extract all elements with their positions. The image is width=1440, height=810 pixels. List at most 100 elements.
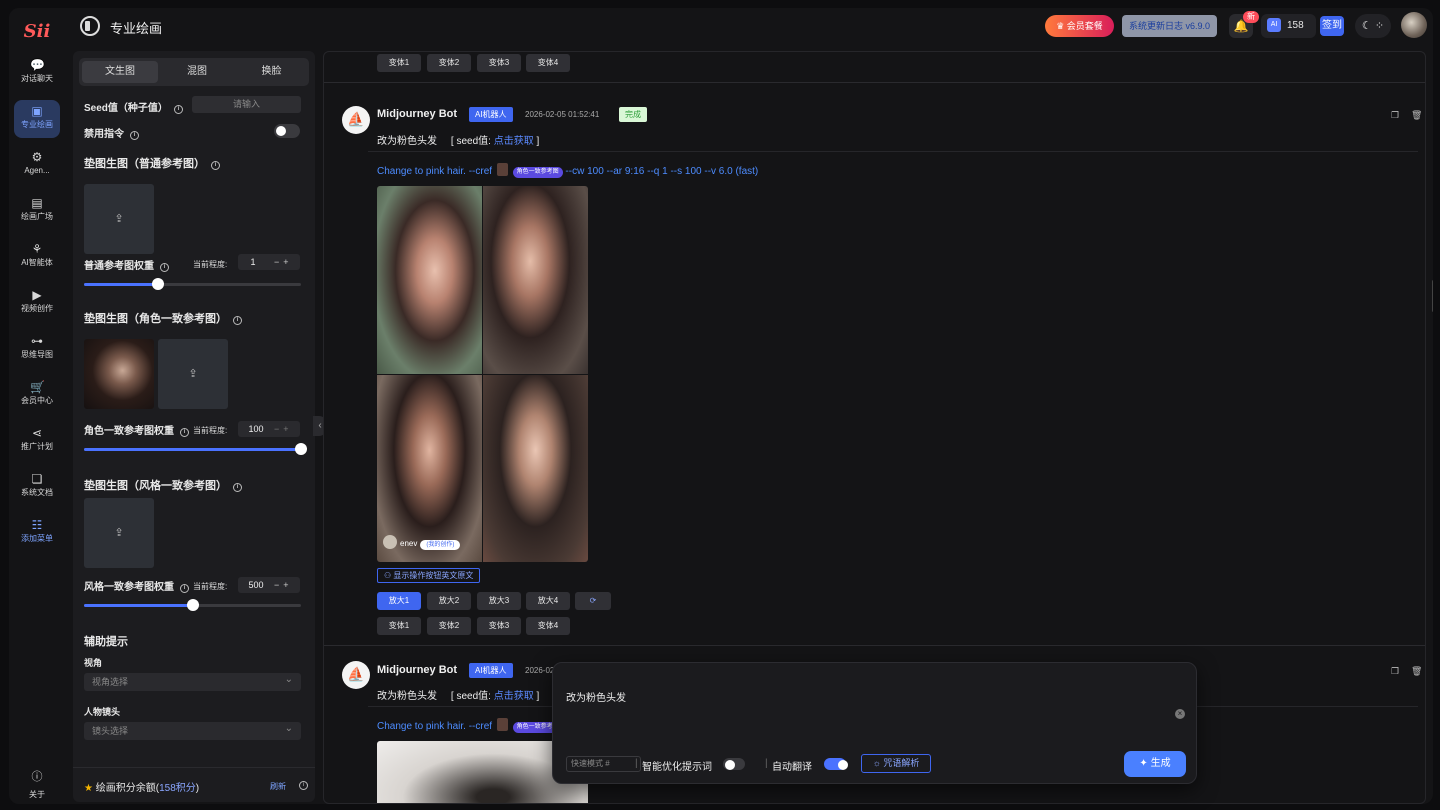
reroll-icon[interactable]: ⟳ [575,592,611,610]
no-command-toggle[interactable] [274,124,300,138]
points-display[interactable]: AI 158 [1261,14,1316,38]
show-english-label: 显示操作按钮英文原文 [393,571,474,580]
spell-analysis-button[interactable]: ☼ 咒语解析 [861,754,931,773]
variant-button[interactable]: 变体3 [477,54,521,72]
message-time: 2026-02-05 01:52:41 [525,110,600,119]
smart-opt-toggle[interactable] [723,758,745,770]
delete-icon[interactable]: 🗑 [1411,666,1422,676]
tab-text-to-image[interactable]: 文生图 [82,61,158,83]
upscale-button[interactable]: 放大2 [427,592,471,610]
rail-item-docs[interactable]: ❏ 系统文档 [14,468,60,506]
rail-item-mindmap[interactable]: ⊶ 思维导图 [14,330,60,368]
variant-button[interactable]: 变体2 [427,617,471,635]
copy-icon[interactable]: ❐ [1391,110,1401,120]
grid-image-1[interactable] [377,186,482,374]
ref-normal-slider[interactable] [84,278,301,290]
variant-button[interactable]: 变体1 [377,54,421,72]
ref-char-slider[interactable] [84,443,307,455]
info-icon[interactable]: i [233,316,242,325]
ref-char-value: 100 [248,424,264,434]
seed-link[interactable]: 点击获取 [494,136,534,147]
theme-toggle[interactable]: ☾ ⁘ [1355,14,1391,38]
grid-image-2[interactable] [483,186,588,374]
info-icon[interactable]: i [233,483,242,492]
ref-char-stepper[interactable]: 100 −+ [238,421,300,437]
menu-add-icon: ☷ [31,518,43,532]
show-english-toggle[interactable]: ⚇ 显示操作按钮英文原文 [377,568,481,583]
rail-item-chat[interactable]: 💬 对话聊天 [14,54,60,92]
ref-char-weight-row: 角色一致参考图权重 i [84,422,189,437]
variant-button[interactable]: 变体4 [526,617,570,635]
seed-link[interactable]: 点击获取 [494,691,534,702]
ref-normal-heading: 垫图生图（普通参考图） i [84,155,220,171]
auto-translate-toggle[interactable] [824,758,848,770]
info-icon[interactable]: i [299,781,308,790]
scrollbar[interactable] [1432,280,1433,312]
rail-item-promo[interactable]: ⋖ 推广计划 [14,422,60,460]
app-logo[interactable]: Sii [23,18,51,46]
copy-icon[interactable]: ❐ [1391,666,1401,676]
rail-item-painting[interactable]: ▣ 专业绘画 [14,100,60,138]
tab-blend[interactable]: 混图 [159,61,235,83]
about-label: 关于 [29,790,45,799]
variant-button[interactable]: 变体3 [477,617,521,635]
upscale-button[interactable]: 放大4 [526,592,570,610]
generate-button[interactable]: ✦ 生成 [1124,751,1186,777]
delete-icon[interactable]: 🗑 [1411,110,1422,120]
info-icon[interactable]: i [211,161,220,170]
ref-style-label: 垫图生图（风格一致参考图） [84,480,227,492]
grid-image-3[interactable] [377,375,482,562]
stepper-buttons[interactable]: −+ [274,577,293,593]
ref-style-upload[interactable]: ⇪ [84,498,154,568]
upscale-button[interactable]: 放大3 [477,592,521,610]
prompt-en-text: Change to pink hair. --cref [377,721,493,732]
rail-item-ai-agent[interactable]: ⚘ AI智能体 [14,238,60,276]
rail-item-vip[interactable]: 🛒 会员中心 [14,376,60,414]
stepper-buttons[interactable]: −+ [274,254,293,270]
update-log-button[interactable]: 系统更新日志 v6.9.0 [1122,15,1217,37]
rail-item-video[interactable]: ▶ 视频创作 [14,284,60,322]
info-icon[interactable]: i [160,263,169,272]
info-icon[interactable]: i [180,428,189,437]
ai-bot-tag: AI机器人 [469,107,513,122]
gallery-icon: ▤ [31,196,43,210]
about-button[interactable]: ⓘ 关于 [14,764,60,800]
user-avatar[interactable] [1401,12,1427,38]
vip-package-button[interactable]: ♛ 会员套餐 [1045,15,1114,37]
sparkle-icon: ✦ [1139,758,1151,769]
variant-button[interactable]: 变体1 [377,617,421,635]
seed-input[interactable]: 请输入 [192,96,301,113]
stepper-buttons[interactable]: −+ [274,421,293,437]
author-name: enev [400,539,418,548]
refresh-link[interactable]: 刷新 [270,781,286,792]
image-grid[interactable]: enev (我的创作) [377,186,588,562]
upscale-button[interactable]: 放大1 [377,592,421,610]
rail-item-agent[interactable]: ⚙ Agen... [14,146,60,184]
tab-face-swap[interactable]: 换脸 [237,61,306,83]
variant-button[interactable]: 变体4 [526,54,570,72]
ref-style-stepper[interactable]: 500 −+ [238,577,300,593]
clear-icon[interactable]: × [1175,709,1185,719]
ref-normal-stepper[interactable]: 1 −+ [238,254,300,270]
info-icon[interactable]: i [180,584,189,593]
grid-image-4[interactable] [483,375,588,562]
character-reference-image[interactable] [84,339,154,409]
variant-button[interactable]: 变体2 [427,54,471,72]
prompt-textarea[interactable]: 改为粉色头发 [566,689,626,704]
quick-mode-select[interactable]: 快速模式 # [566,756,641,772]
slider-handle[interactable] [295,443,307,455]
ref-char-upload[interactable]: ⇪ [158,339,228,409]
slider-handle[interactable] [151,278,164,290]
sidebar-toggle-icon[interactable] [80,16,100,36]
signin-button[interactable]: 签到 [1320,16,1344,36]
ref-style-slider[interactable] [84,599,301,611]
rail-item-add-menu[interactable]: ☷ 添加菜单 [14,514,60,552]
lens-select[interactable]: 镜头选择 [84,720,301,740]
prompt-cn: 改为粉色头发 [ seed值: 点击获取 ] [377,132,539,147]
slider-handle[interactable] [186,599,199,611]
view-select[interactable]: 视角选择 [84,671,301,691]
ref-normal-upload[interactable]: ⇪ [84,184,154,254]
rail-item-gallery[interactable]: ▤ 绘画广场 [14,192,60,230]
info-icon[interactable]: i [173,105,183,114]
info-icon[interactable]: i [130,131,139,140]
